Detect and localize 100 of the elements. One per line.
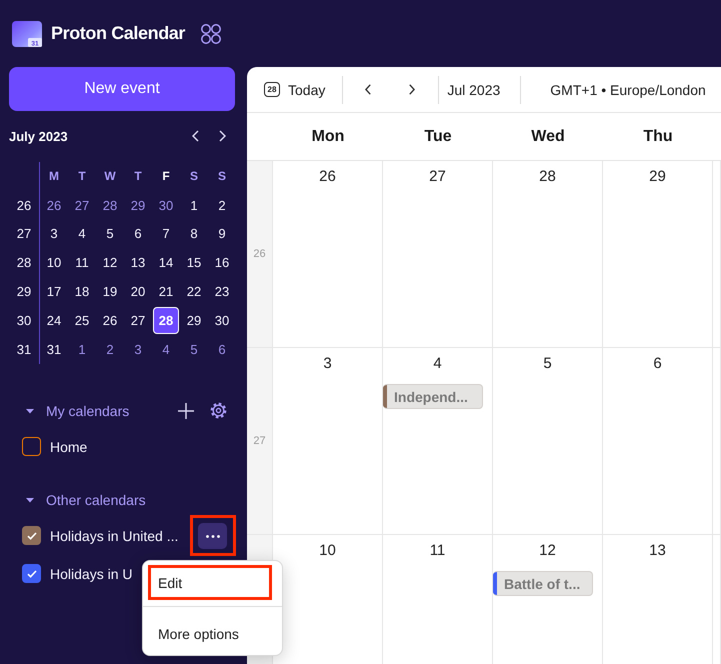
settings-button[interactable] <box>208 400 228 421</box>
day-number[interactable]: 3 <box>323 355 332 373</box>
mini-calendar-day[interactable]: 3 <box>41 220 67 248</box>
month-title: July 2023 <box>9 128 69 144</box>
mini-calendar-day[interactable]: 4 <box>153 336 179 363</box>
day-number[interactable]: 26 <box>319 168 336 186</box>
day-number[interactable]: 12 <box>539 542 556 560</box>
week-number: 26 <box>253 248 266 260</box>
app-name: Proton Calendar <box>51 23 186 44</box>
mini-calendar-day[interactable]: 14 <box>153 249 179 276</box>
week-number: 30 <box>16 312 32 328</box>
weekday-label: T <box>134 169 142 184</box>
mini-calendar-day[interactable]: 6 <box>209 336 235 363</box>
timezone-button[interactable]: GMT+1 • Europe/London <box>550 74 706 104</box>
week-number: 29 <box>16 284 32 300</box>
settings-icon <box>210 402 226 420</box>
add-calendar-button[interactable] <box>176 400 196 421</box>
mini-calendar-day[interactable]: 25 <box>69 306 95 334</box>
day-number[interactable]: 27 <box>429 168 446 186</box>
mini-calendar-day[interactable]: 12 <box>97 249 123 276</box>
mini-calendar-day[interactable]: 30 <box>153 192 179 219</box>
weekday-header: Tue <box>424 128 452 146</box>
mini-calendar-day[interactable]: 29 <box>125 192 151 219</box>
weekday-header: Mon <box>312 128 344 146</box>
mini-calendar-day[interactable]: 28 <box>153 306 179 334</box>
mini-calendar-day[interactable]: 22 <box>181 278 207 306</box>
mini-calendar-day[interactable]: 2 <box>209 192 235 219</box>
caret-icon[interactable] <box>26 496 34 504</box>
today-button[interactable]: 28 Today <box>256 74 334 104</box>
day-number[interactable]: 4 <box>433 355 442 373</box>
mini-calendar-day[interactable]: 27 <box>125 306 151 334</box>
mini-calendar-day[interactable]: 30 <box>209 306 235 334</box>
mini-calendar-day[interactable]: 21 <box>153 278 179 306</box>
mini-calendar-day[interactable]: 28 <box>97 192 123 219</box>
calendar-name[interactable]: Home <box>50 438 88 455</box>
mini-calendar-day[interactable]: 1 <box>69 336 95 363</box>
month-button[interactable]: Jul 2023 <box>439 74 508 104</box>
mini-calendar-day[interactable]: 10 <box>41 249 67 276</box>
mini-calendar-day[interactable]: 31 <box>41 336 67 363</box>
mini-calendar-day[interactable]: 24 <box>41 306 67 334</box>
chevron-left-icon <box>192 130 198 142</box>
mini-calendar-day[interactable]: 13 <box>125 249 151 276</box>
week-number: 27 <box>253 435 266 447</box>
mini-calendar-day[interactable]: 18 <box>69 278 95 306</box>
mini-calendar-day[interactable]: 1 <box>181 192 207 219</box>
day-number[interactable]: 10 <box>319 542 336 560</box>
mini-calendar-day[interactable]: 5 <box>181 336 207 363</box>
day-number[interactable]: 28 <box>539 168 556 186</box>
calendar-checkbox[interactable] <box>22 526 41 546</box>
day-number[interactable]: 29 <box>649 168 666 186</box>
mini-calendar-day[interactable]: 29 <box>181 306 207 334</box>
weekday-header: Thu <box>643 128 673 146</box>
calendar-checkbox[interactable] <box>22 437 41 456</box>
weekday-label: F <box>162 169 170 184</box>
mini-calendar-day[interactable]: 16 <box>209 249 235 276</box>
more-icon <box>206 534 220 538</box>
section-title[interactable]: My calendars <box>46 402 130 419</box>
mini-calendar-day[interactable]: 11 <box>69 249 95 276</box>
calendar-name[interactable]: Holidays in United ... <box>50 528 178 544</box>
mini-calendar-day[interactable]: 15 <box>181 249 207 276</box>
weekday-header: Wed <box>531 128 565 146</box>
menu-item[interactable]: Edit <box>151 568 269 597</box>
tick-icon <box>26 570 36 578</box>
mini-calendar-day[interactable]: 2 <box>97 336 123 363</box>
week-number: 26 <box>16 198 32 213</box>
apps-grid-icon[interactable] <box>201 24 222 44</box>
mini-calendar-day[interactable]: 26 <box>41 192 67 219</box>
chevron-right-icon <box>409 84 416 95</box>
new-event-button[interactable]: New event <box>9 67 235 111</box>
week-number: 28 <box>16 255 32 270</box>
mini-calendar-day[interactable]: 4 <box>69 220 95 248</box>
more-button[interactable] <box>198 523 227 550</box>
day-number[interactable]: 5 <box>543 355 552 373</box>
day-number[interactable]: 13 <box>649 542 666 560</box>
weekday-label: W <box>104 169 116 184</box>
mini-calendar-day[interactable]: 9 <box>209 220 235 248</box>
weekday-label: T <box>78 169 86 184</box>
calendar-checkbox[interactable] <box>22 564 41 584</box>
week-number: 27 <box>16 226 32 242</box>
week-number: 31 <box>16 342 32 357</box>
calendar-name[interactable]: Holidays in U <box>50 566 132 582</box>
mini-calendar-day[interactable]: 7 <box>153 220 179 248</box>
mini-calendar-day[interactable]: 27 <box>69 192 95 219</box>
mini-calendar-day[interactable]: 3 <box>125 336 151 363</box>
mini-calendar-day[interactable]: 20 <box>125 278 151 306</box>
caret-icon[interactable] <box>26 406 34 415</box>
mini-calendar-day[interactable]: 23 <box>209 278 235 306</box>
plus-icon <box>178 402 194 419</box>
day-number[interactable]: 6 <box>653 355 662 373</box>
mini-calendar-day[interactable]: 8 <box>181 220 207 248</box>
day-number[interactable]: 11 <box>430 542 446 560</box>
weekday-label: S <box>218 169 226 184</box>
mini-calendar-day[interactable]: 6 <box>125 220 151 248</box>
chevron-left-icon <box>365 84 372 95</box>
mini-calendar-day[interactable]: 5 <box>97 220 123 248</box>
section-title[interactable]: Other calendars <box>46 492 146 508</box>
menu-item[interactable]: More options <box>151 619 269 648</box>
mini-calendar-day[interactable]: 17 <box>41 278 67 306</box>
mini-calendar-day[interactable]: 26 <box>97 306 123 334</box>
mini-calendar-day[interactable]: 19 <box>97 278 123 306</box>
